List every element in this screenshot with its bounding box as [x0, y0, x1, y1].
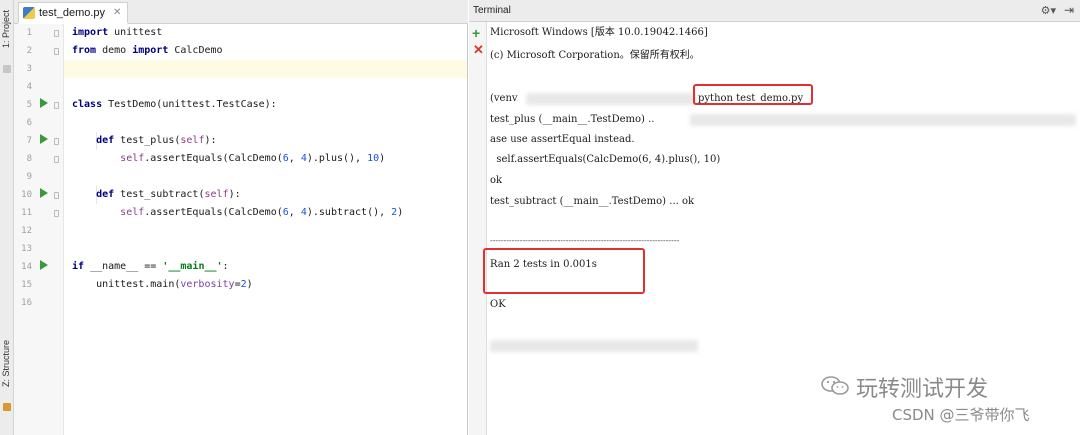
fold-icon[interactable]	[54, 30, 59, 37]
close-icon[interactable]: ✕	[113, 7, 121, 18]
line-number: 9	[26, 172, 32, 182]
fold-icon[interactable]	[54, 192, 59, 199]
redacted-text	[690, 114, 1076, 126]
line-number: 15	[21, 280, 32, 290]
new-session-icon[interactable]: +	[472, 25, 480, 41]
run-main-icon[interactable]	[40, 260, 48, 270]
structure-tool-button[interactable]: Z: Structure	[1, 340, 11, 387]
code-line: class TestDemo(unittest.TestCase):	[72, 99, 277, 110]
line-number: 12	[21, 226, 32, 236]
code-line: def test_plus(self):	[96, 135, 217, 146]
structure-icon	[3, 403, 11, 411]
terminal-header: Terminal ⚙▾ ⇥	[469, 0, 1080, 22]
run-class-icon[interactable]	[40, 98, 48, 108]
line-number: 10	[21, 190, 32, 200]
line-number: 16	[21, 298, 32, 308]
code-line: self.assertEquals(CalcDemo(6, 4).subtrac…	[120, 207, 404, 218]
ide-window: 1: Project Z: Structure test_demo.py ✕ 1…	[0, 0, 1080, 435]
code-area[interactable]: import unittest from demo import CalcDem…	[64, 24, 467, 435]
fold-icon[interactable]	[54, 210, 59, 217]
fold-icon[interactable]	[54, 48, 59, 55]
project-tool-button[interactable]: 1: Project	[1, 10, 11, 48]
tab-label: test_demo.py	[39, 6, 106, 19]
line-number: 2	[26, 46, 32, 56]
terminal-line: ok	[490, 175, 503, 186]
wechat-logo-icon	[821, 376, 849, 395]
line-number: 1	[26, 28, 32, 38]
code-line: from demo import CalcDemo	[72, 45, 223, 56]
watermark-author: CSDN @三爷带你飞	[892, 406, 1030, 424]
code-line-current	[64, 60, 467, 78]
run-test-subtract-icon[interactable]	[40, 188, 48, 198]
line-number: 4	[26, 82, 32, 92]
line-number: 13	[21, 244, 32, 254]
terminal-line: test_subtract (__main__.TestDemo) ... ok	[490, 196, 695, 207]
terminal-title: Terminal	[473, 5, 511, 16]
redacted-path	[526, 93, 696, 105]
editor-tab-bar: test_demo.py ✕	[14, 0, 468, 24]
terminal-separator: ----------------------------------------…	[490, 236, 680, 245]
gear-icon[interactable]: ⚙▾	[1041, 4, 1056, 17]
line-number: 8	[26, 154, 32, 164]
fold-icon[interactable]	[54, 138, 59, 145]
redacted-prompt	[490, 340, 698, 352]
terminal-line: (venv	[490, 93, 518, 104]
line-number: 6	[26, 118, 32, 128]
terminal-line: ase use assertEqual instead.	[490, 134, 635, 145]
code-line: import unittest	[72, 27, 163, 38]
terminal-line: self.assertEquals(CalcDemo(6, 4).plus(),…	[490, 154, 721, 165]
line-number: 3	[26, 64, 32, 74]
python-file-icon	[23, 6, 35, 19]
project-icon	[3, 65, 11, 73]
line-number: 14	[21, 262, 32, 272]
highlight-box	[693, 84, 813, 105]
line-gutter: 1 2 3 4 5 6 7 8 9 10 11 12 13 14 15 16	[14, 24, 64, 435]
hide-panel-icon[interactable]: ⇥	[1064, 3, 1074, 17]
close-session-icon[interactable]: ✕	[473, 42, 484, 58]
line-number: 11	[21, 208, 32, 218]
left-tool-strip: 1: Project Z: Structure	[0, 0, 14, 435]
line-number: 5	[26, 100, 32, 110]
terminal-line: (c) Microsoft Corporation。保留所有权利。	[490, 50, 700, 61]
code-line: if __name__ == '__main__':	[72, 261, 229, 272]
terminal-line: test_plus (__main__.TestDemo) ..	[490, 114, 655, 125]
terminal-line: Microsoft Windows [版本 10.0.19042.1466]	[490, 27, 708, 38]
terminal-panel: Terminal ⚙▾ ⇥ + ✕ Microsoft Windows [版本 …	[469, 0, 1080, 435]
editor-tab-test-demo[interactable]: test_demo.py ✕	[18, 2, 129, 24]
fold-icon[interactable]	[54, 156, 59, 163]
terminal-sidebar: + ✕	[469, 22, 487, 435]
code-line: def test_subtract(self):	[96, 189, 241, 200]
highlight-box	[483, 248, 645, 294]
terminal-status-line: OK	[490, 299, 506, 310]
code-line: self.assertEquals(CalcDemo(6, 4).plus(),…	[120, 153, 386, 164]
code-line: unittest.main(verbosity=2)	[72, 279, 253, 290]
code-editor: test_demo.py ✕ 1 2 3 4 5 6 7 8 9 10 11 1…	[14, 0, 468, 435]
line-number: 7	[26, 136, 32, 146]
run-test-plus-icon[interactable]	[40, 134, 48, 144]
watermark-title: 玩转测试开发	[856, 377, 989, 402]
fold-icon[interactable]	[54, 102, 59, 109]
